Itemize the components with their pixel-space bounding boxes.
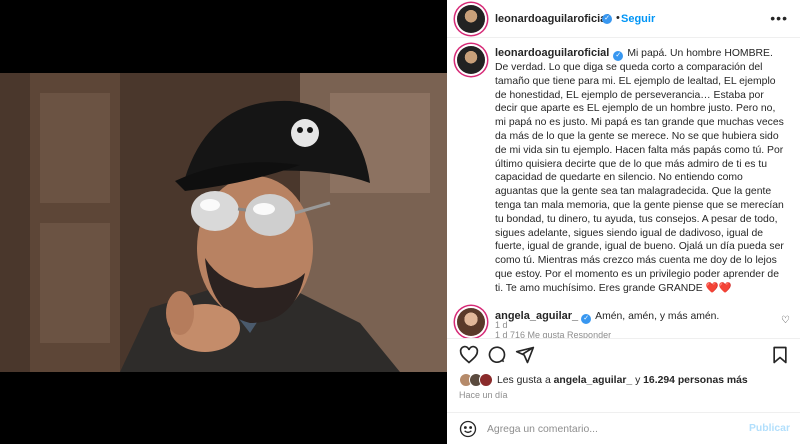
reply-meta[interactable]: 1 d 716 Me gusta Responder: [495, 330, 611, 338]
emoji-icon[interactable]: [459, 420, 477, 438]
publish-button[interactable]: Publicar: [749, 423, 790, 434]
likes-middle: y: [635, 375, 641, 386]
comment-composer: Publicar: [447, 412, 800, 444]
reply-username[interactable]: angela_aguilar_: [495, 310, 578, 322]
comment-like-heart-icon[interactable]: ♡: [781, 315, 790, 326]
post-sidebar: leonardoaguilaroficial ✓ • Seguir ••• le…: [447, 0, 800, 444]
comment-input[interactable]: [487, 419, 737, 439]
verified-icon: ✓: [613, 51, 624, 61]
likes-count[interactable]: 16.294 personas más: [643, 375, 748, 386]
comments-section[interactable]: leonardoaguilaroficial ✓ Mi papá. Un hombr…: [447, 38, 800, 338]
more-options-icon[interactable]: •••: [770, 10, 788, 26]
author-avatar[interactable]: [457, 5, 485, 33]
share-icon[interactable]: [515, 345, 535, 365]
heart-icon[interactable]: [459, 345, 479, 365]
likes-prefix: Les gusta a: [497, 375, 551, 386]
action-bar: [447, 338, 800, 370]
post-header: leonardoaguilaroficial ✓ • Seguir •••: [447, 0, 800, 38]
reply-comment: angela_aguilar_ ✓ Amén, amén, y más amén.: [495, 310, 719, 324]
header-separator: •: [616, 12, 620, 24]
liker-avatar: [479, 373, 493, 387]
likes-text: Les gusta a angela_aguilar_ y 16.294 per…: [497, 375, 748, 386]
verified-icon: ✓: [602, 14, 612, 24]
comment-icon[interactable]: [487, 345, 507, 365]
caption-text: Mi papá. Un hombre HOMBRE. De verdad. Lo…: [495, 48, 784, 294]
author-username[interactable]: leonardoaguilaroficial: [495, 13, 609, 25]
post-caption: leonardoaguilaroficial ✓ Mi papá. Un hombr…: [495, 47, 785, 296]
photo-illustration: [0, 73, 447, 372]
post-media: [0, 0, 447, 444]
bookmark-icon[interactable]: [770, 345, 790, 365]
follow-button[interactable]: Seguir: [621, 13, 655, 25]
reply-avatar[interactable]: [457, 308, 485, 336]
post-timestamp[interactable]: Hace un día: [459, 390, 508, 400]
caption-username[interactable]: leonardoaguilaroficial: [495, 47, 609, 59]
post-photo[interactable]: [0, 73, 447, 372]
caption-author-avatar[interactable]: [457, 46, 485, 74]
reply-text: Amén, amén, y más amén.: [595, 311, 720, 322]
verified-icon: ✓: [581, 314, 592, 324]
likes-user[interactable]: angela_aguilar_: [554, 375, 633, 386]
